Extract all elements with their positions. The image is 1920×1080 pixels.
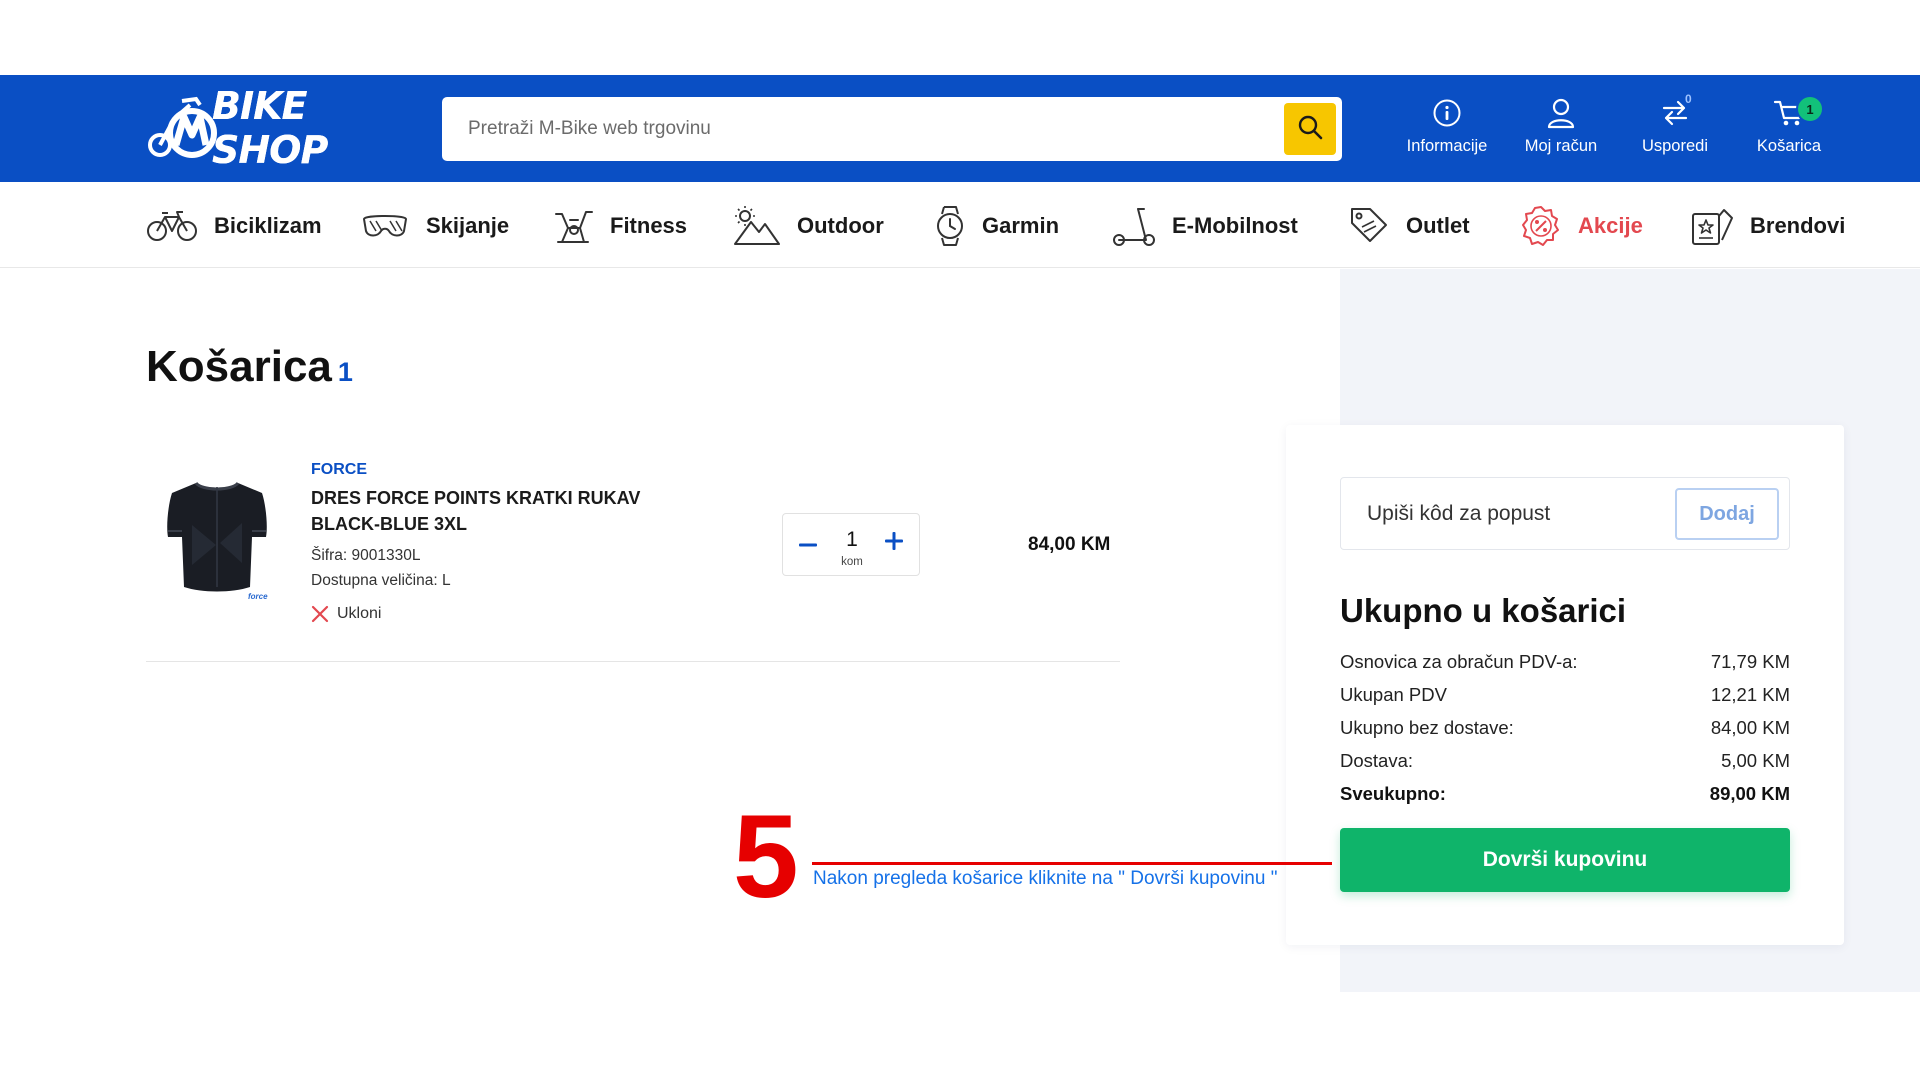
nav-label-fitness: Fitness [610, 213, 688, 238]
header-compare-link[interactable]: 0 Usporedi [1618, 92, 1732, 165]
info-icon [1432, 93, 1462, 133]
ski-goggles-icon [360, 204, 410, 248]
summary-row-subtotal: Ukupno bez dostave: 84,00 KM [1340, 711, 1790, 744]
summary-row-label: Ukupno bez dostave: [1340, 716, 1514, 738]
svg-text:force: force [248, 592, 268, 601]
coupon-form: Dodaj [1340, 477, 1790, 550]
summary-rows: Osnovica za obračun PDV-a: 71,79 KM Ukup… [1340, 645, 1790, 810]
site-header: BIKE SHOP Informacije Moj račun [0, 75, 1920, 182]
nav-item-outdoor[interactable]: Outdoor [733, 204, 884, 248]
nav-label-brendovi: Brendovi [1750, 213, 1846, 238]
summary-row-label: Osnovica za obračun PDV-a: [1340, 650, 1578, 672]
tutorial-step-number: 5 [733, 791, 799, 923]
nav-item-outlet[interactable]: Outlet [1348, 204, 1470, 248]
search-input[interactable] [442, 97, 1272, 161]
summary-row-value: 89,00 KM [1709, 782, 1790, 804]
header-info-label: Informacije [1406, 137, 1488, 155]
search-icon [1297, 114, 1323, 145]
product-availability: Dostupna veličina: L [311, 572, 451, 589]
header-account-label: Moj račun [1524, 137, 1598, 155]
logo-text: BIKE SHOP [212, 84, 328, 172]
nav-item-brendovi[interactable]: Brendovi [1690, 204, 1845, 248]
page: BIKE SHOP Informacije Moj račun [0, 0, 1920, 1080]
close-icon [311, 605, 329, 623]
header-cart-label: Košarica [1756, 137, 1822, 155]
summary-row-vat: Ukupan PDV 12,21 KM [1340, 678, 1790, 711]
header-actions: Informacije Moj račun 0 Usporedi 1 Košar… [1390, 92, 1846, 165]
nav-label-outdoor: Outdoor [797, 213, 884, 238]
scooter-icon [1112, 204, 1156, 248]
summary-row-value: 5,00 KM [1721, 749, 1790, 771]
remove-item-button[interactable]: Ukloni [311, 605, 381, 623]
summary-row-label: Sveukupno: [1340, 782, 1446, 804]
header-account-link[interactable]: Moj račun [1504, 93, 1618, 165]
brand-cards-icon [1690, 204, 1734, 248]
summary-row-shipping: Dostava: 5,00 KM [1340, 744, 1790, 777]
summary-row-vat-base: Osnovica za obračun PDV-a: 71,79 KM [1340, 645, 1790, 678]
nav-label-outlet: Outlet [1406, 213, 1470, 238]
summary-row-value: 84,00 KM [1710, 716, 1790, 738]
header-cart-link[interactable]: 1 Košarica [1732, 93, 1846, 165]
cart-count-badge: 1 [1796, 95, 1824, 123]
bicycle-icon [146, 204, 198, 248]
user-icon [1546, 93, 1576, 133]
product-brand[interactable]: FORCE [311, 461, 367, 479]
mountain-icon [733, 204, 781, 248]
nav-label-garmin: Garmin [982, 213, 1060, 238]
plus-icon [885, 531, 903, 555]
category-nav: Biciklizam Skijanje Fitness Outdoor Garm… [0, 182, 1920, 268]
summary-row-value: 71,79 KM [1710, 650, 1790, 672]
product-price: 84,00 KM [1028, 534, 1111, 555]
summary-row-label: Ukupan PDV [1340, 683, 1447, 705]
nav-label-akcije: Akcije [1578, 213, 1643, 238]
sale-tag-icon [1348, 204, 1390, 248]
header-info-link[interactable]: Informacije [1390, 93, 1504, 165]
cart-summary-card: Dodaj Ukupno u košarici Osnovica za obra… [1286, 425, 1844, 945]
quantity-stepper: 1 kom [782, 513, 920, 576]
site-logo[interactable]: BIKE SHOP [146, 84, 391, 172]
nav-item-fitness[interactable]: Fitness [552, 204, 687, 248]
tutorial-pointer-line [812, 862, 1332, 865]
nav-item-akcije[interactable]: Akcije [1520, 204, 1643, 248]
summary-title: Ukupno u košarici [1340, 592, 1627, 629]
smartwatch-icon [934, 204, 966, 248]
product-image[interactable]: force [162, 475, 272, 605]
summary-row-grand-total: Sveukupno: 89,00 KM [1340, 777, 1790, 810]
summary-row-label: Dostava: [1340, 749, 1414, 771]
apply-coupon-button[interactable]: Dodaj [1675, 488, 1779, 540]
cart-page-title: Košarica 1 [146, 342, 353, 392]
cart-line-item: force FORCE DRES FORCE POINTS KRATKI RUK… [146, 455, 1120, 662]
nav-item-biciklizam[interactable]: Biciklizam [146, 204, 322, 248]
bike-logo-icon [146, 95, 218, 161]
search-button[interactable] [1284, 103, 1336, 155]
cart-item-count: 1 [337, 357, 353, 387]
nav-item-skijanje[interactable]: Skijanje [360, 204, 509, 248]
cart-title-text: Košarica [146, 342, 332, 391]
nav-label-skijanje: Skijanje [426, 213, 510, 238]
increase-quantity-button[interactable] [881, 528, 907, 558]
remove-item-label: Ukloni [337, 605, 382, 622]
summary-row-value: 12,21 KM [1710, 683, 1790, 705]
complete-purchase-button[interactable]: Dovrši kupovinu [1340, 828, 1790, 892]
coupon-code-input[interactable] [1341, 478, 1661, 549]
product-sku: Šifra: 9001330L [311, 547, 421, 564]
compare-count-badge: 0 [1685, 92, 1692, 106]
nav-item-e-mobilnost[interactable]: E-Mobilnost [1112, 204, 1298, 248]
tutorial-step-note: Nakon pregleda košarice kliknite na " Do… [813, 868, 1278, 889]
search-bar [442, 97, 1342, 161]
discount-badge-icon [1520, 204, 1562, 248]
nav-item-garmin[interactable]: Garmin [934, 204, 1059, 248]
nav-label-e-mobilnost: E-Mobilnost [1172, 213, 1298, 238]
nav-label-biciklizam: Biciklizam [214, 213, 322, 238]
product-name[interactable]: DRES FORCE POINTS KRATKI RUKAV BLACK-BLU… [311, 485, 691, 537]
header-compare-label: Usporedi [1641, 137, 1709, 155]
exercise-bike-icon [552, 204, 594, 248]
